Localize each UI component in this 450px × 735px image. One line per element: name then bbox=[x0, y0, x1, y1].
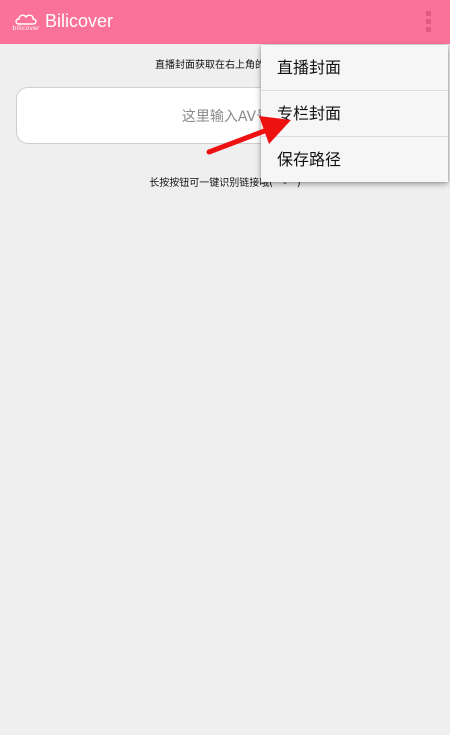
app-bar: bilicover Bilicover bbox=[0, 0, 450, 44]
arrow-shaft bbox=[206, 127, 270, 155]
cloud-icon bbox=[15, 14, 37, 25]
red-arrow-annotation bbox=[206, 116, 291, 155]
menu-item-live-cover[interactable]: 直播封面 bbox=[261, 45, 448, 91]
more-vert-icon-dot bbox=[426, 27, 431, 32]
more-vert-icon-dot bbox=[426, 19, 431, 24]
logo-text: bilicover bbox=[12, 25, 40, 32]
app-title: Bilicover bbox=[45, 11, 114, 31]
overflow-menu-button[interactable] bbox=[418, 8, 440, 36]
more-vert-icon bbox=[426, 11, 431, 16]
app-logo: bilicover bbox=[11, 12, 41, 36]
